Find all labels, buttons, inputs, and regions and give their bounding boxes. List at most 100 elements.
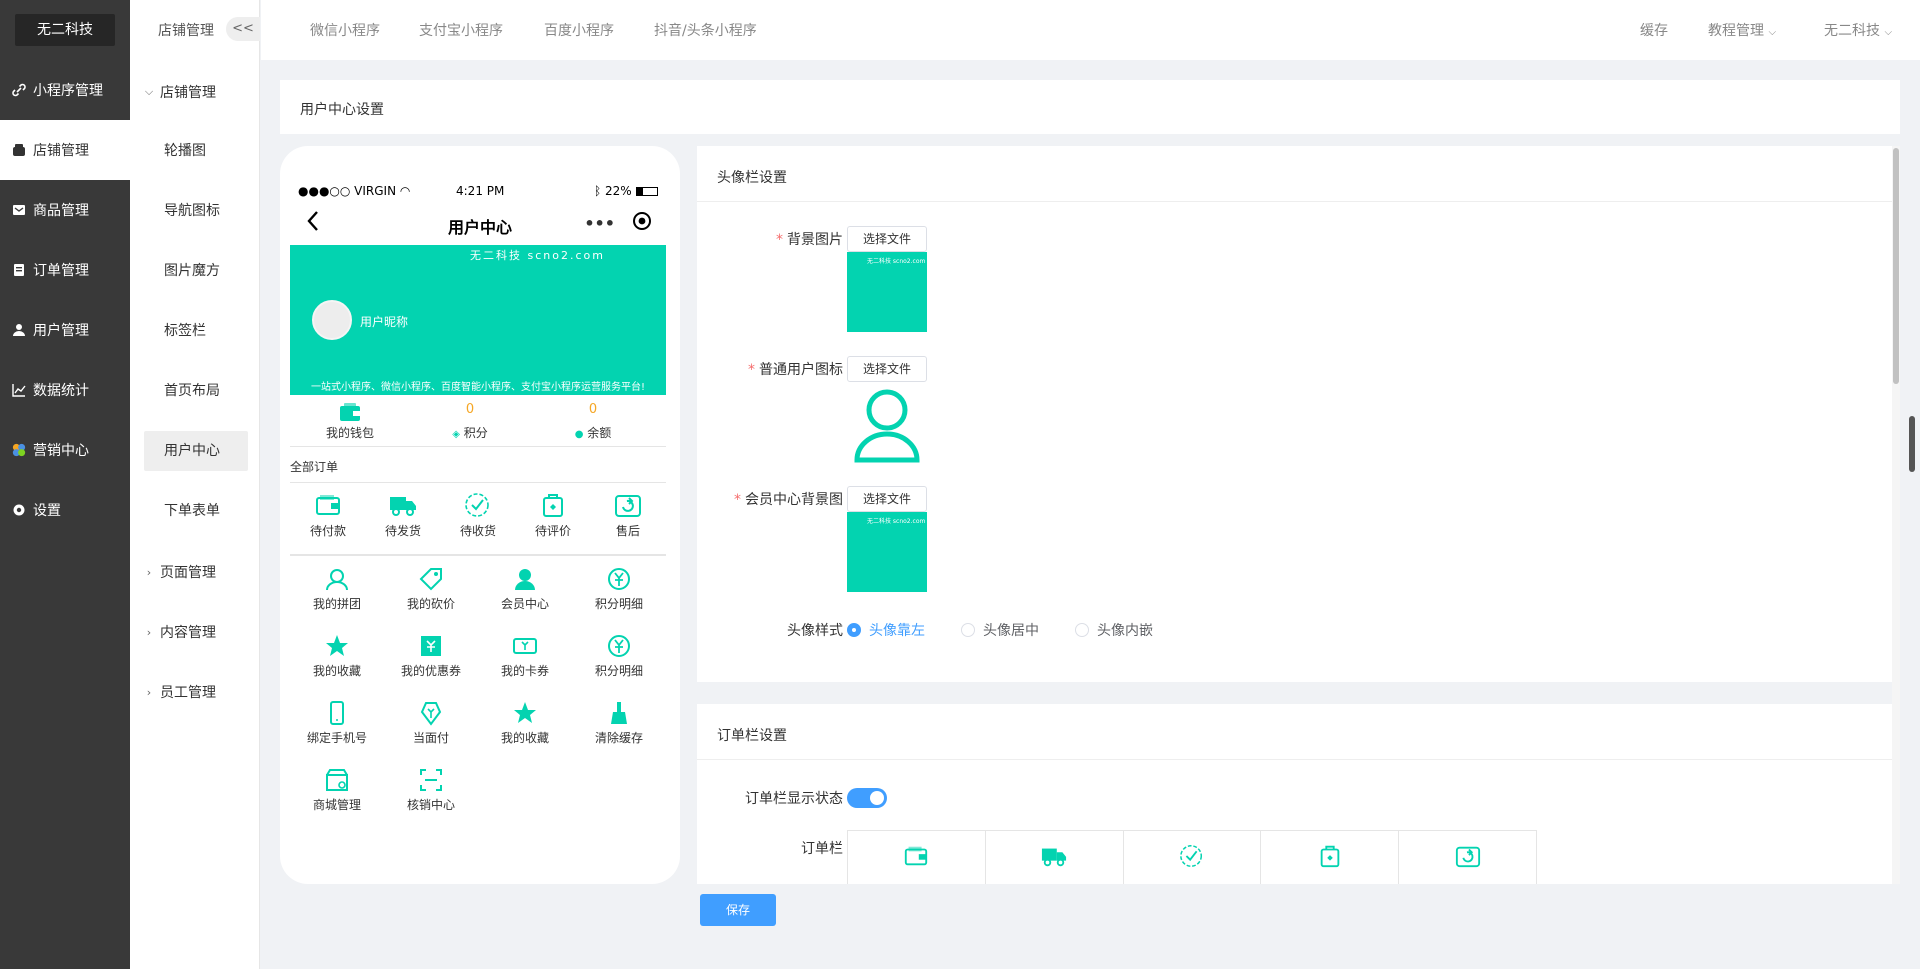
order-bar-cell[interactable]	[1124, 831, 1262, 884]
grid-clear-cache[interactable]: 清除缓存	[579, 700, 659, 746]
radio-dot-icon	[847, 623, 861, 637]
user-icon-file-button[interactable]: 选择文件	[847, 356, 927, 382]
submenu-item-nav-icons[interactable]: 导航图标	[144, 191, 248, 231]
default-user-icon	[847, 384, 927, 464]
tutorial-dropdown[interactable]: 教程管理 ⌵	[1708, 20, 1776, 40]
tab-baidu[interactable]: 百度小程序	[544, 20, 614, 40]
sidebar-item-miniprogram[interactable]: 小程序管理	[0, 60, 130, 120]
sidebar-item-label: 营销中心	[33, 443, 89, 459]
main-sidebar: 无二科技 小程序管理 店铺管理 商品管理 订单管理 用户管理 数据统计 营销中心…	[0, 0, 130, 969]
submenu-item-image-cube[interactable]: 图片魔方	[144, 251, 248, 291]
avatar-style-radio-group: 头像靠左 头像居中 头像内嵌	[847, 620, 1347, 640]
chevron-right-icon: ›	[146, 565, 152, 579]
stat-balance[interactable]: 0 ● 余额	[533, 402, 653, 441]
tab-wechat[interactable]: 微信小程序	[310, 20, 380, 40]
return-box-icon	[1455, 846, 1480, 868]
sidebar-item-marketing[interactable]: 营销中心	[0, 420, 130, 480]
order-bar-cell[interactable]	[1399, 831, 1536, 884]
order-pending-shipment[interactable]: 待发货	[373, 491, 433, 539]
submenu-group-content[interactable]: › 内容管理	[144, 622, 216, 642]
submenu-item-home-layout[interactable]: 首页布局	[144, 371, 248, 411]
grid-group-buy[interactable]: 我的拼团	[297, 566, 377, 612]
tab-alipay[interactable]: 支付宝小程序	[419, 20, 503, 40]
wallet-icon	[316, 495, 340, 515]
radio-avatar-center[interactable]: 头像居中	[961, 620, 1039, 640]
return-box-icon	[615, 495, 641, 517]
radio-avatar-left[interactable]: 头像靠左	[847, 620, 925, 640]
order-show-toggle[interactable]	[847, 788, 887, 808]
order-label: 待付款	[309, 524, 346, 538]
side-handle[interactable]	[1909, 416, 1915, 472]
settings-scrollbar-thumb[interactable]	[1893, 148, 1899, 384]
submenu-item-user-center[interactable]: 用户中心	[144, 431, 248, 471]
divider	[290, 554, 666, 556]
tab-douyin[interactable]: 抖音/头条小程序	[654, 20, 757, 40]
member-icon	[515, 569, 535, 590]
save-button[interactable]: 保存	[700, 894, 776, 926]
grid-mall-manage[interactable]: 商城管理	[297, 767, 377, 813]
bg-image-thumbnail: 无二科技 scno2.com	[847, 252, 927, 332]
order-bar-cell[interactable]	[1261, 831, 1400, 884]
collapse-button[interactable]: <<	[226, 17, 260, 41]
submenu-item-tabbar[interactable]: 标签栏	[144, 311, 248, 351]
bargain-tag-icon	[419, 568, 442, 591]
grid-favorites[interactable]: 我的收藏	[297, 633, 377, 679]
radio-avatar-inset[interactable]: 头像内嵌	[1075, 620, 1153, 640]
submenu-group-pages[interactable]: › 页面管理	[144, 562, 216, 582]
grid-bargain[interactable]: 我的砍价	[391, 566, 471, 612]
grid-points-detail-2[interactable]: 积分明细	[579, 633, 659, 679]
sidebar-item-users[interactable]: 用户管理	[0, 300, 130, 360]
order-bar-cell[interactable]	[986, 831, 1124, 884]
order-pending-review[interactable]: 待评价	[523, 491, 583, 539]
wifi-icon: ◠	[399, 184, 411, 198]
target-close-icon[interactable]	[632, 211, 652, 235]
sidebar-item-label: 订单管理	[33, 263, 89, 279]
submenu-group-staff[interactable]: › 员工管理	[144, 682, 216, 702]
grid-bind-phone[interactable]: 绑定手机号	[297, 700, 377, 746]
radio-dot-icon	[1075, 623, 1089, 637]
stat-value: 0	[588, 402, 598, 417]
grid-face-pay[interactable]: 当面付	[391, 700, 471, 746]
sidebar-item-stats[interactable]: 数据统计	[0, 360, 130, 420]
order-after-sales[interactable]: 售后	[598, 491, 658, 539]
stat-points[interactable]: 0 ◈ 积分	[410, 402, 530, 441]
submenu-group-label: 内容管理	[160, 625, 216, 641]
all-orders-label[interactable]: 全部订单	[290, 458, 338, 475]
sidebar-item-settings[interactable]: 设置	[0, 480, 130, 540]
submenu-item-carousel[interactable]: 轮播图	[144, 131, 248, 171]
order-bar-icons	[847, 830, 1537, 884]
grid-verify-center[interactable]: 核销中心	[391, 767, 471, 813]
cache-link[interactable]: 缓存	[1640, 20, 1668, 40]
member-bg-label: * 会员中心背景图	[734, 492, 843, 508]
order-label: 待发货	[384, 524, 421, 538]
stat-wallet[interactable]: 我的钱包	[290, 402, 410, 441]
order-pending-payment[interactable]: 待付款	[298, 491, 358, 539]
order-pending-receipt[interactable]: 待收货	[448, 491, 508, 539]
avatar[interactable]	[312, 300, 352, 340]
more-dots-icon[interactable]: •••	[584, 214, 615, 233]
submenu-group-store[interactable]: ⌵ 店铺管理	[144, 82, 216, 102]
pay-hand-icon	[420, 702, 442, 726]
account-dropdown[interactable]: 无二科技 ⌵	[1824, 20, 1892, 40]
grid-coupons[interactable]: 我的优惠券	[391, 633, 471, 679]
grid-cards[interactable]: 我的卡券	[485, 633, 565, 679]
bg-image-label: * 背景图片	[776, 232, 843, 248]
submenu-item-order-form[interactable]: 下单表单	[144, 491, 248, 531]
radio-dot-icon	[961, 623, 975, 637]
brand-logo[interactable]: 无二科技	[15, 14, 115, 46]
sidebar-item-orders[interactable]: 订单管理	[0, 240, 130, 300]
sidebar-item-goods[interactable]: 商品管理	[0, 180, 130, 240]
order-bar-label: 订单栏	[801, 841, 843, 857]
grid-member-center[interactable]: 会员中心	[485, 566, 565, 612]
member-bg-file-button[interactable]: 选择文件	[847, 486, 927, 512]
sidebar-item-label: 用户管理	[33, 323, 89, 339]
order-bar-cell[interactable]	[848, 831, 986, 884]
grid-favorites-2[interactable]: 我的收藏	[485, 700, 565, 746]
grid-points-detail[interactable]: 积分明细	[579, 566, 659, 612]
sidebar-item-store[interactable]: 店铺管理	[0, 120, 130, 180]
stat-value: 0	[465, 402, 475, 417]
bg-image-file-button[interactable]: 选择文件	[847, 226, 927, 252]
submenu-group-label: 店铺管理	[160, 85, 216, 101]
truck-icon	[1042, 848, 1067, 867]
member-bg-thumbnail: 无二科技 scno2.com	[847, 512, 927, 592]
